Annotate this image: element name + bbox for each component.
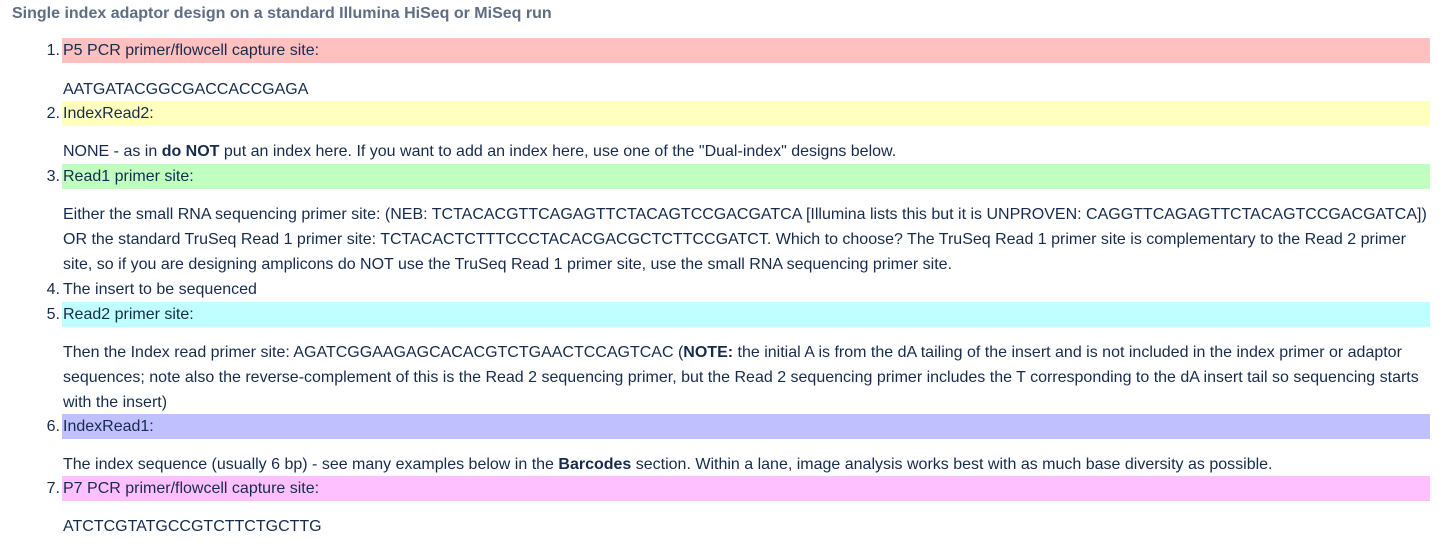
item-number: 3. (46, 168, 60, 185)
item-number: 5. (46, 306, 60, 323)
barcodes-section-ref: Barcodes (558, 456, 632, 473)
item-description: The index sequence (usually 6 bp) - see … (63, 456, 1273, 473)
item-label: P7 PCR primer/flowcell capture site: (63, 480, 320, 497)
item-description: ATCTCGTATGCCGTCTTCTGCTTG (63, 518, 322, 535)
highlight-bar (62, 414, 1430, 439)
item-number: 2. (46, 105, 60, 122)
item-number: 1. (46, 42, 60, 59)
item-label: IndexRead2: (63, 105, 154, 122)
item-label: IndexRead1: (63, 418, 154, 435)
item-label: The insert to be sequenced (63, 281, 257, 298)
item-description: AATGATACGGCGACCACCGAGA (63, 81, 309, 98)
item-label: P5 PCR primer/flowcell capture site: (63, 42, 320, 59)
item-label: Read1 primer site: (63, 168, 194, 185)
highlight-bar (62, 164, 1430, 189)
item-description: NONE - as in do NOT put an index here. I… (63, 143, 897, 160)
highlight-bar (62, 101, 1430, 126)
section-heading: Single index adaptor design on a standar… (12, 5, 552, 22)
item-number: 6. (46, 418, 60, 435)
item-number: 7. (46, 480, 60, 497)
item-description: Then the Index read primer site: AGATCGG… (63, 344, 1419, 411)
highlight-bar (62, 302, 1430, 327)
emphasis-text: NOTE: (683, 344, 734, 361)
emphasis-text: do NOT (161, 143, 220, 160)
item-description: Either the small RNA sequencing primer s… (63, 206, 1427, 273)
item-label: Read2 primer site: (63, 306, 194, 323)
item-number: 4. (46, 281, 60, 298)
